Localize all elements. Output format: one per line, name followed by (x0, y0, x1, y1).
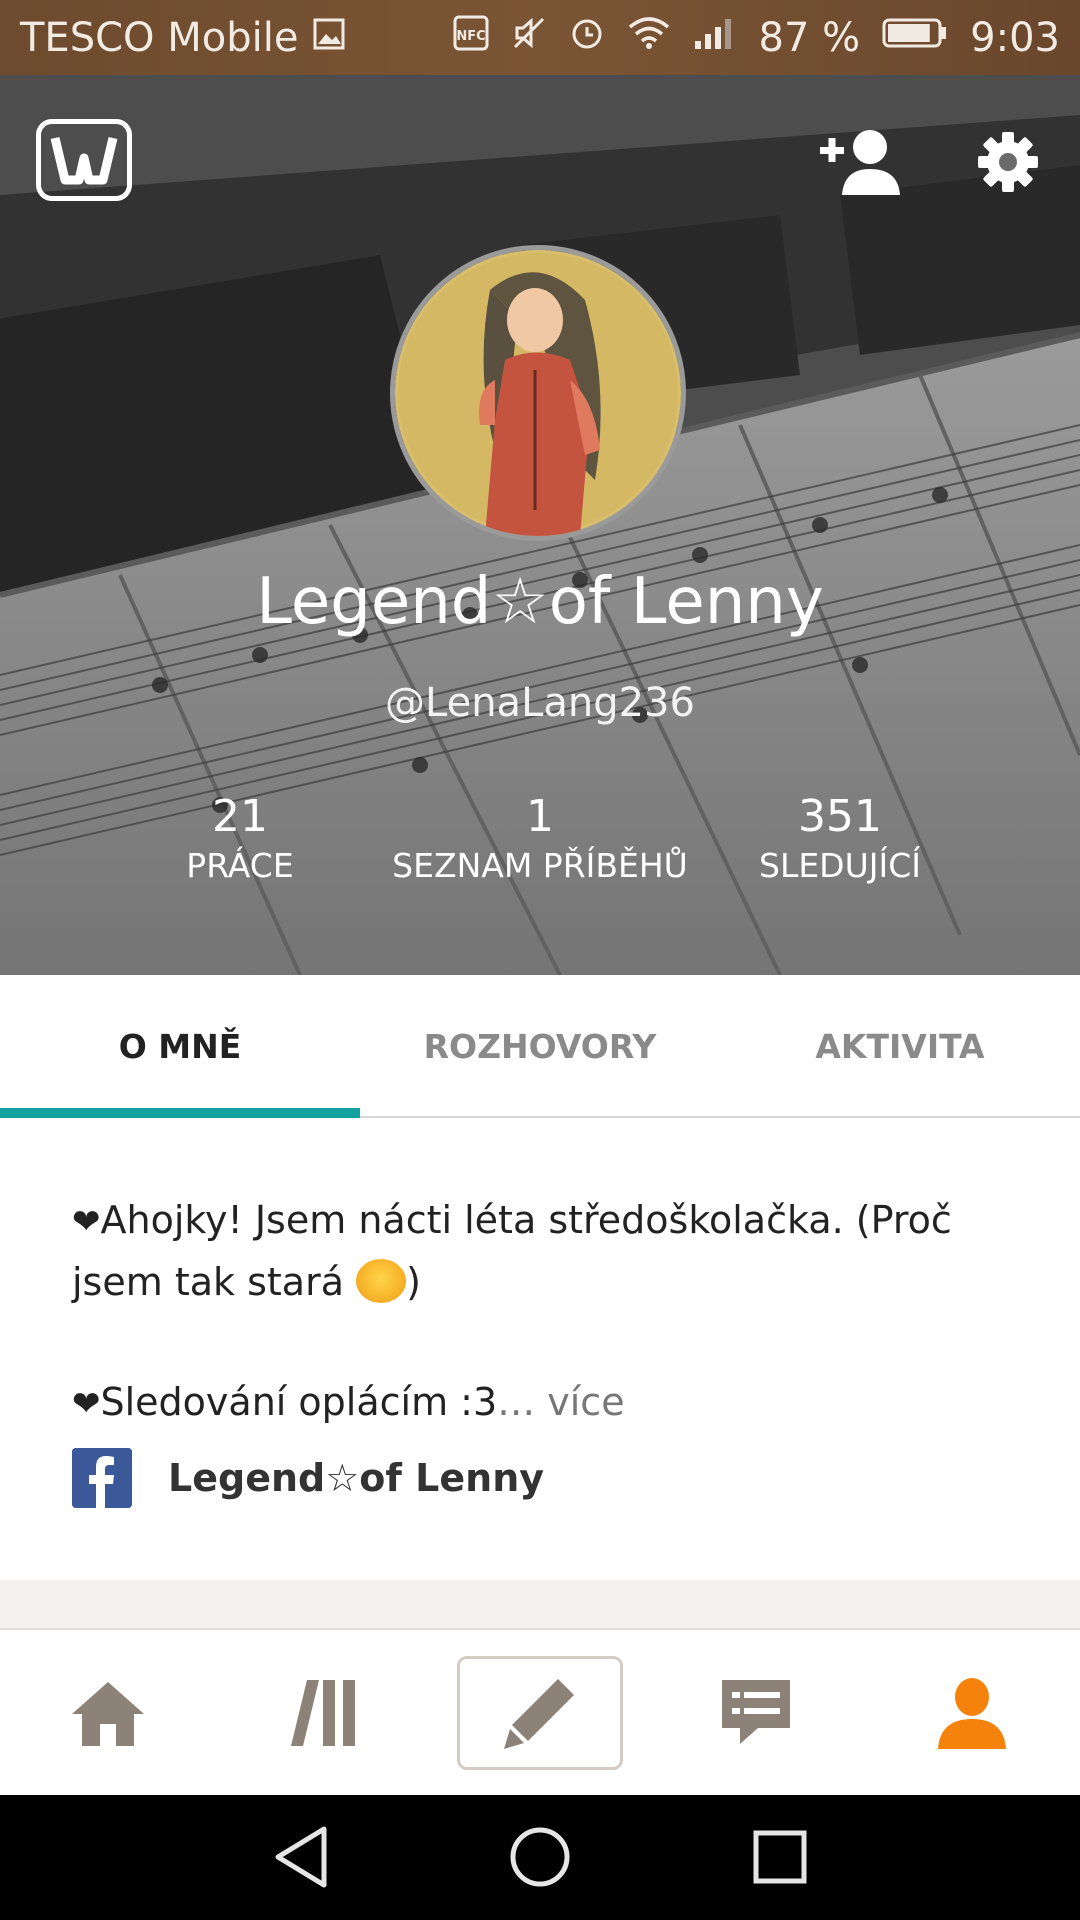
nav-home[interactable] (0, 1630, 216, 1795)
back-icon[interactable] (262, 1817, 342, 1897)
nav-library[interactable] (216, 1630, 432, 1795)
laughing-emoji-icon (356, 1259, 407, 1303)
nav-profile[interactable] (864, 1630, 1080, 1795)
image-icon (312, 15, 346, 61)
stat-value: 351 (798, 791, 882, 842)
nav-messages[interactable] (648, 1630, 864, 1795)
facebook-link[interactable]: Legend☆of Lenny (72, 1448, 544, 1508)
battery-icon (882, 15, 948, 61)
heart-icon: ❤ (72, 1384, 101, 1424)
tab-conversations[interactable]: ROZHOVORY (360, 975, 720, 1118)
about-text-2: Sledování oplácím :3 (100, 1380, 498, 1424)
avatar[interactable] (390, 245, 686, 541)
system-navigation-bar (0, 1795, 1080, 1920)
profile-stats: 21 PRÁCE 1 SEZNAM PŘÍBĚHŮ 351 SLEDUJÍCÍ (0, 790, 1080, 900)
facebook-name: Legend☆of Lenny (168, 1456, 545, 1500)
username: @LenaLang236 (385, 680, 695, 726)
library-icon (291, 1679, 355, 1746)
heart-icon: ❤ (72, 1202, 101, 1242)
nfc-icon: NFC (453, 15, 489, 61)
nav-write[interactable] (432, 1630, 648, 1795)
profile-tabs: O MNĚ ROZHOVORY AKTIVITA (0, 975, 1080, 1118)
bottom-navigation (0, 1630, 1080, 1795)
about-section: ❤Ahojky! Jsem nácti léta středoškolačka.… (72, 1190, 1012, 1434)
add-friend-icon[interactable] (818, 125, 902, 197)
stat-followers[interactable]: 351 SLEDUJÍCÍ (660, 790, 1020, 888)
section-divider (0, 1580, 1080, 1630)
recents-icon[interactable] (740, 1817, 820, 1897)
ellipsis: … (497, 1380, 536, 1424)
profile-header: Legend☆of Lenny @LenaLang236 21 PRÁCE 1 … (0, 75, 1080, 975)
svg-text:NFC: NFC (456, 29, 485, 44)
more-link[interactable]: více (547, 1380, 624, 1424)
tab-label: O MNĚ (118, 1027, 242, 1066)
active-tab-indicator (0, 1108, 360, 1118)
stat-label: SLEDUJÍCÍ (759, 846, 921, 885)
tab-activity[interactable]: AKTIVITA (720, 975, 1080, 1118)
status-bar: TESCO Mobile NFC 87 % 9:03 (0, 0, 1080, 75)
home-icon (72, 1681, 144, 1746)
clock: 9:03 (970, 14, 1060, 61)
about-line-2: ❤Sledování oplácím :3… více (72, 1372, 1012, 1434)
carrier-name: TESCO Mobile (20, 14, 299, 61)
wifi-icon (627, 15, 671, 61)
about-text-1: Ahojky! Jsem nácti léta středoškolačka. … (72, 1198, 952, 1304)
display-name: Legend☆of Lenny (256, 565, 824, 639)
messages-icon (722, 1679, 790, 1744)
tab-about[interactable]: O MNĚ (0, 975, 360, 1118)
mute-icon (511, 15, 547, 61)
home-circle-icon[interactable] (500, 1817, 580, 1897)
alarm-icon (569, 15, 605, 61)
settings-gear-icon[interactable] (976, 130, 1040, 194)
about-line-1: ❤Ahojky! Jsem nácti léta středoškolačka.… (72, 1190, 1012, 1312)
battery-percent: 87 % (758, 14, 861, 61)
profile-icon (938, 1677, 1006, 1749)
tab-label: AKTIVITA (815, 1027, 985, 1066)
about-text-1-end: ) (406, 1260, 421, 1304)
tab-label: ROZHOVORY (423, 1027, 657, 1066)
write-button[interactable] (457, 1655, 623, 1770)
facebook-icon (72, 1448, 132, 1508)
write-icon (504, 1678, 574, 1749)
wattpad-logo-icon[interactable] (36, 119, 132, 201)
signal-icon (693, 15, 737, 61)
